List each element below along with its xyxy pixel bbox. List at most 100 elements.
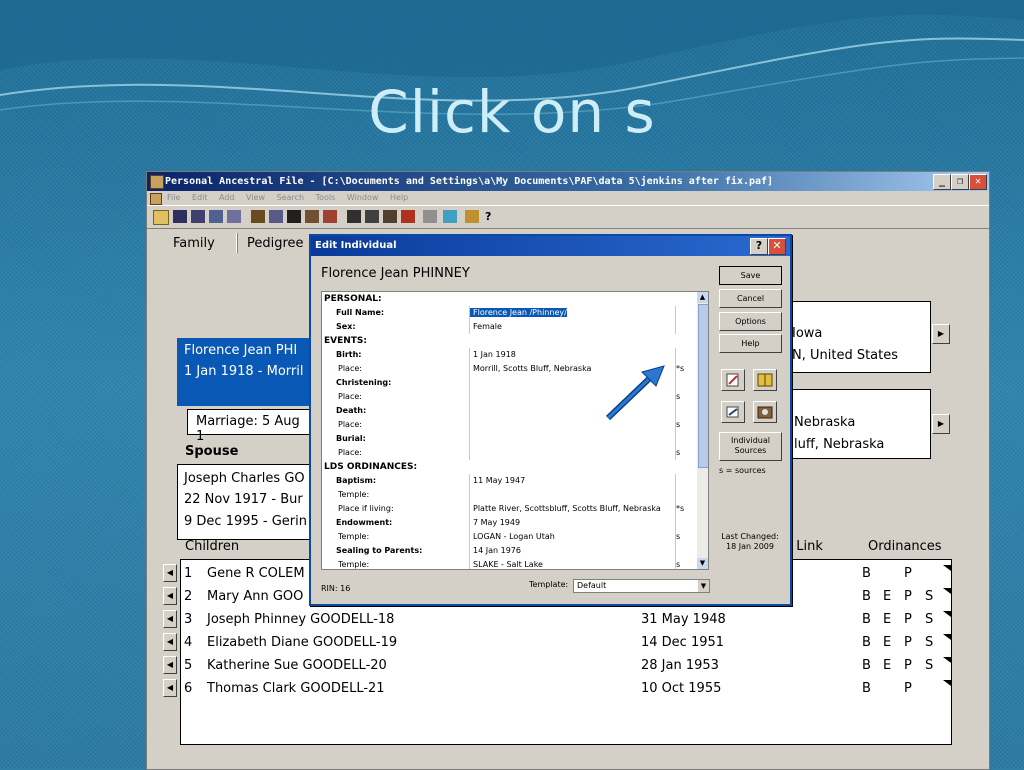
scroll-up-icon[interactable]: ▲ [697,292,708,303]
temple-icon[interactable] [465,210,479,223]
source-marker[interactable]: *s [676,362,696,376]
backup-icon[interactable] [209,210,223,223]
chevron-down-icon[interactable]: ▼ [698,580,709,592]
field-value[interactable] [469,432,676,446]
grid-row[interactable]: Birth: 1 Jan 1918 [322,348,697,362]
binoculars-icon[interactable] [347,210,361,223]
field-value[interactable]: Platte River, Scottsbluff, Scotts Bluff,… [469,502,676,516]
match-icon[interactable] [383,210,397,223]
close-icon[interactable]: ✕ [768,238,786,255]
child-row[interactable]: ◀ 5 Katherine Sue GOODELL-20 28 Jan 1953 B E P… [147,655,951,678]
menu-edit[interactable]: Edit [192,193,208,202]
source-marker[interactable]: s [676,530,696,544]
options-button[interactable]: Options [719,312,782,331]
primary-person-box[interactable]: Florence Jean PHI 1 Jan 1918 - Morril [177,338,313,406]
scroll-down-icon[interactable]: ▼ [697,558,708,569]
grid-scrollbar[interactable]: ▲ ▼ [697,292,708,569]
grid-row[interactable]: Burial: [322,432,697,446]
source-marker[interactable] [676,306,696,320]
field-value[interactable]: SLAKE - Salt Lake [469,558,676,569]
menu-file[interactable]: File [167,193,180,202]
open-icon[interactable] [153,210,169,225]
field-value[interactable]: Florence Jean /Phinney/ [469,306,676,320]
child-arrow-button[interactable]: ◀ [163,587,177,605]
individual-icon[interactable] [305,210,319,223]
menu-tools[interactable]: Tools [316,193,336,202]
mother-arrow-button[interactable]: ▶ [932,414,950,434]
spouse-box[interactable]: Joseph Charles GO 22 Nov 1917 - Bur 9 De… [177,464,313,540]
field-value[interactable]: Female [469,320,676,334]
field-value[interactable]: 1 Jan 1918 [469,348,676,362]
individual-sources-button[interactable]: Individual Sources [719,432,782,461]
print-icon[interactable] [227,210,241,223]
grid-row[interactable]: Temple: SLAKE - Salt Lake s [322,558,697,569]
save-button[interactable]: Save [719,266,782,285]
notes-icon[interactable] [721,369,745,391]
grid-row[interactable]: Sex: Female [322,320,697,334]
source-marker[interactable] [676,404,696,418]
grid-row[interactable]: Full Name: Florence Jean /Phinney/ [322,306,697,320]
grid-row[interactable]: Place: s [322,446,697,460]
edit-notes-icon[interactable] [721,401,745,423]
source-marker[interactable]: *s [676,502,696,516]
field-value[interactable]: 14 Jan 1976 [469,544,676,558]
child-arrow-button[interactable]: ◀ [163,633,177,651]
grid-row[interactable]: Temple: [322,488,697,502]
tab-family[interactable]: Family [173,234,215,254]
source-marker[interactable]: s [676,558,696,569]
source-marker[interactable] [676,348,696,362]
save-as-icon[interactable] [191,210,205,223]
child-row[interactable]: ◀ 4 Elizabeth Diane GOODELL-19 14 Dec 1951 B… [147,632,951,655]
menu-add[interactable]: Add [219,193,235,202]
find-icon[interactable] [365,210,379,223]
menu-search[interactable]: Search [277,193,304,202]
menu-window[interactable]: Window [347,193,379,202]
web-icon[interactable] [443,210,457,223]
source-marker[interactable] [676,516,696,530]
parent-box-mother[interactable]: Nebraska luff, Nebraska [771,389,931,459]
field-value[interactable] [469,488,676,502]
minimize-icon[interactable]: _ [933,174,951,190]
source-marker[interactable]: s [676,418,696,432]
source-marker[interactable]: s [676,446,696,460]
source-marker[interactable] [676,474,696,488]
source-marker[interactable] [676,544,696,558]
child-arrow-button[interactable]: ◀ [163,564,177,582]
edit-icon[interactable] [269,210,283,223]
cancel-button[interactable]: Cancel [719,289,782,308]
child-arrow-button[interactable]: ◀ [163,679,177,697]
grid-row[interactable]: Baptism: 11 May 1947 [322,474,697,488]
field-value[interactable]: LOGAN - Logan Utah [469,530,676,544]
field-value[interactable]: 7 May 1949 [469,516,676,530]
save-icon[interactable] [173,210,187,223]
child-row[interactable]: ◀ 6 Thomas Clark GOODELL-21 10 Oct 1955 B P [147,678,951,701]
menu-view[interactable]: View [246,193,265,202]
tab-pedigree[interactable]: Pedigree [247,234,304,254]
parent-box-father[interactable]: Iowa N, United States [771,301,931,373]
child-arrow-button[interactable]: ◀ [163,656,177,674]
grid-row[interactable]: Temple: LOGAN - Logan Utah s [322,530,697,544]
research-icon[interactable] [423,210,437,223]
marriage-box[interactable]: Marriage: 5 Aug 1 [187,409,313,444]
camera-icon[interactable] [287,210,301,223]
menu-help[interactable]: Help [390,193,408,202]
source-marker[interactable]: s [676,390,696,404]
help-button[interactable]: Help [719,334,782,353]
template-select[interactable]: Default ▼ [573,579,710,593]
book-icon[interactable] [753,369,777,391]
multimedia-icon[interactable] [753,401,777,423]
source-marker[interactable] [676,432,696,446]
source-marker[interactable] [676,376,696,390]
field-value[interactable] [469,446,676,460]
source-marker[interactable] [676,320,696,334]
grid-row[interactable]: Sealing to Parents: 14 Jan 1976 [322,544,697,558]
field-value[interactable]: 11 May 1947 [469,474,676,488]
help-icon[interactable]: ? [485,210,495,223]
grid-row[interactable]: Place if living: Platte River, Scottsbluf… [322,502,697,516]
grid-row[interactable]: Endowment: 7 May 1949 [322,516,697,530]
scroll-thumb[interactable] [698,304,708,468]
restore-icon[interactable]: ❐ [951,174,969,190]
merge-icon[interactable] [401,210,415,223]
close-icon[interactable]: ✕ [969,174,987,190]
father-arrow-button[interactable]: ▶ [932,324,950,344]
